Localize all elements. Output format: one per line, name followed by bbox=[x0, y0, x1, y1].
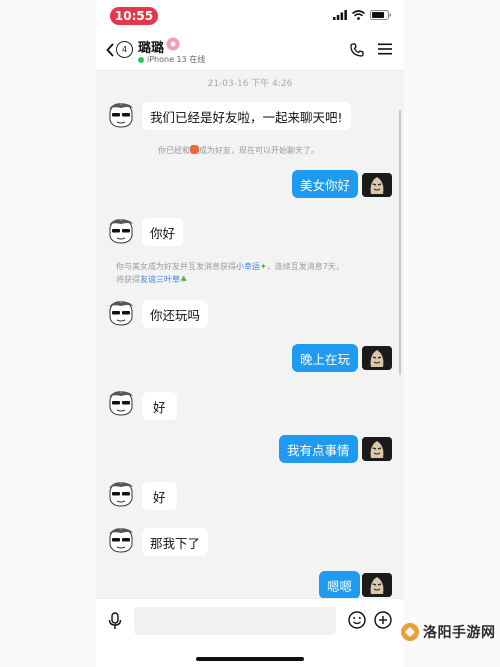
chat-scrollbar[interactable] bbox=[399, 110, 401, 375]
user-avatar[interactable] bbox=[362, 437, 392, 461]
message-bubble-right[interactable]: 嗯嗯 bbox=[319, 571, 361, 599]
system-text: 你与美女成为好友并互发消息获得 bbox=[116, 262, 236, 271]
chat-header: 4 璐璐 iPhone 13 在线 bbox=[96, 32, 404, 71]
menu-icon[interactable] bbox=[378, 43, 392, 55]
mask-avatar-icon bbox=[362, 346, 392, 370]
add-icon[interactable] bbox=[374, 611, 392, 629]
system-text: ，连续互发消息7天， bbox=[266, 262, 344, 271]
wifi-icon bbox=[352, 10, 365, 20]
status-bar: 10:55 bbox=[96, 0, 404, 32]
contact-avatar[interactable] bbox=[106, 298, 136, 328]
header-actions bbox=[350, 43, 392, 57]
message-bubble-right[interactable]: 晚上在玩 bbox=[292, 344, 359, 372]
contact-avatar[interactable] bbox=[106, 479, 136, 509]
lucky-link[interactable]: 小幸运 bbox=[236, 262, 260, 271]
message-input[interactable] bbox=[134, 607, 336, 635]
contact-avatar[interactable] bbox=[106, 216, 136, 246]
message-bubble-left[interactable]: 你好 bbox=[142, 218, 184, 246]
chat-timestamp: 21-03-16 下午 4:26 bbox=[207, 79, 293, 89]
contact-avatar[interactable] bbox=[106, 525, 136, 555]
phone-call-icon[interactable] bbox=[350, 43, 364, 57]
user-avatar[interactable] bbox=[362, 573, 392, 597]
emoji-icon[interactable] bbox=[348, 611, 366, 629]
message-bubble-left[interactable]: 好 bbox=[142, 392, 177, 420]
message-bubble-right[interactable]: 美女你好 bbox=[292, 170, 359, 198]
unread-count: 4 bbox=[116, 41, 133, 58]
online-dot-icon bbox=[138, 56, 144, 63]
backdrop-left bbox=[0, 0, 96, 667]
mask-avatar-icon bbox=[362, 573, 392, 597]
device-status: iPhone 13 在线 bbox=[138, 54, 205, 65]
status-time: 10:55 bbox=[110, 7, 158, 25]
chevron-left-icon bbox=[106, 42, 114, 57]
microphone-icon[interactable] bbox=[108, 612, 122, 630]
message-bubble-left[interactable]: 你还玩吗 bbox=[142, 300, 209, 328]
watermark-logo-icon bbox=[401, 623, 419, 641]
phone-screen: 10:55 4 璐璐 iPhone 13 在线 21-03-16 下午 4:26… bbox=[96, 0, 404, 667]
system-text: 你已经和 bbox=[158, 146, 190, 155]
clover-icon: ♣ bbox=[180, 275, 188, 284]
message-bubble-left[interactable]: 我们已经是好友啦，一起来聊天吧! bbox=[142, 102, 351, 130]
back-button[interactable]: 4 bbox=[106, 41, 133, 58]
user-avatar[interactable] bbox=[362, 346, 392, 370]
friend-avatar-mini-icon bbox=[190, 145, 199, 154]
contact-avatar[interactable] bbox=[106, 100, 136, 130]
system-text: 将获得 bbox=[116, 275, 140, 284]
system-notice-streak: 你与美女成为好友并互发消息获得小幸运✦，连续互发消息7天， 将获得友谊三叶草♣ bbox=[116, 260, 344, 286]
clover-link[interactable]: 友谊三叶草 bbox=[140, 275, 180, 284]
home-indicator bbox=[196, 657, 304, 661]
device-status-text: iPhone 13 在线 bbox=[147, 55, 206, 64]
status-icons bbox=[333, 10, 392, 20]
battery-icon bbox=[370, 10, 392, 20]
contact-avatar[interactable] bbox=[106, 388, 136, 418]
signal-icon bbox=[333, 10, 347, 20]
user-avatar[interactable] bbox=[362, 173, 392, 197]
system-notice-friend: 你已经和 成为好友，现在可以开始聊天了。 bbox=[158, 144, 319, 157]
mask-avatar-icon bbox=[362, 437, 392, 461]
system-text: 成为好友，现在可以开始聊天了。 bbox=[199, 146, 319, 155]
sprout-icon: ✦ bbox=[260, 262, 267, 271]
mask-avatar-icon bbox=[362, 173, 392, 197]
watermark-text: 洛阳手游网 bbox=[423, 625, 496, 641]
backdrop-right bbox=[404, 0, 500, 667]
vip-badge-icon bbox=[166, 37, 180, 51]
message-bubble-left[interactable]: 好 bbox=[142, 482, 177, 510]
message-bubble-right[interactable]: 我有点事情 bbox=[279, 435, 358, 463]
message-bubble-left[interactable]: 那我下了 bbox=[142, 528, 209, 556]
site-watermark: 洛阳手游网 bbox=[400, 610, 496, 654]
